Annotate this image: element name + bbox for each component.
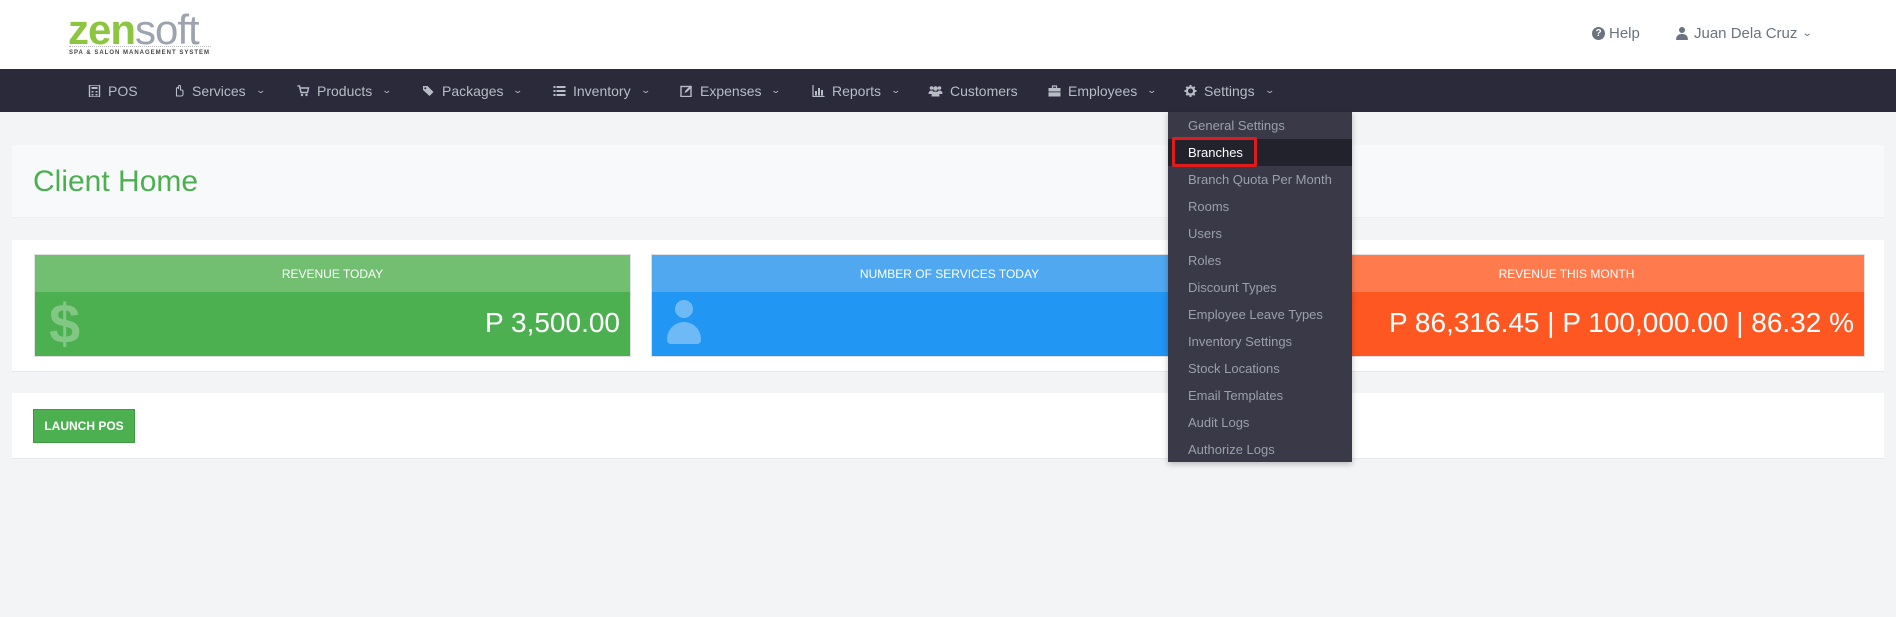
revenue-month-label: REVENUE THIS MONTH [1269, 255, 1864, 292]
nav-label: Services [192, 82, 246, 99]
settings-menu-item-email-templates[interactable]: Email Templates [1168, 382, 1352, 409]
nav-item-services[interactable]: Services ⌄ [172, 69, 266, 112]
top-header: zensoft SPA & SALON MANAGEMENT SYSTEM ? … [0, 0, 1896, 69]
settings-menu-item-authorize-logs[interactable]: Authorize Logs [1168, 436, 1352, 463]
chevron-down-icon: ⌄ [512, 85, 524, 95]
chevron-down-icon: ⌄ [1264, 85, 1275, 95]
settings-menu-item-branches[interactable]: Branches [1168, 139, 1352, 166]
person-icon [666, 300, 702, 346]
page-title: Client Home [33, 165, 199, 198]
chevron-down-icon: ⌄ [381, 85, 393, 95]
chevron-down-icon: ⌄ [1146, 85, 1158, 95]
page-header: Client Home [12, 145, 1884, 218]
settings-menu-item-users[interactable]: Users [1168, 220, 1352, 247]
services-today-body [652, 292, 1247, 356]
nav-label: Reports [832, 82, 882, 99]
question-circle-icon: ? [1592, 27, 1605, 40]
nav-item-pos[interactable]: POS [88, 69, 138, 112]
nav-label: Settings [1204, 82, 1255, 99]
nav-item-employees[interactable]: Employees ⌄ [1048, 69, 1158, 112]
nav-item-settings[interactable]: Settings ⌄ [1184, 69, 1275, 112]
revenue-today-body: $ P 3,500.00 [35, 292, 630, 356]
revenue-today-value: P 3,500.00 [485, 307, 620, 338]
revenue-today-label: REVENUE TODAY [35, 255, 630, 292]
revenue-month-card: REVENUE THIS MONTH P 86,316.45 | P 100,0… [1268, 254, 1865, 357]
briefcase-icon [1048, 84, 1061, 96]
user-menu[interactable]: Juan Dela Cruz ⌄ [1676, 25, 1814, 42]
main-navbar: POS Services ⌄ Products ⌄ Packages ⌄ Inv… [0, 69, 1896, 112]
bar-chart-icon [812, 84, 825, 97]
settings-menu-item-roles[interactable]: Roles [1168, 247, 1352, 274]
settings-menu-item-rooms[interactable]: Rooms [1168, 193, 1352, 220]
cart-icon [297, 84, 310, 96]
settings-menu-item-employee-leave-types[interactable]: Employee Leave Types [1168, 301, 1352, 328]
edit-icon [680, 85, 692, 97]
help-link[interactable]: ? Help [1592, 25, 1640, 42]
stats-panel: REVENUE TODAY $ P 3,500.00 NUMBER OF SER… [12, 240, 1884, 372]
services-today-label: NUMBER OF SERVICES TODAY [652, 255, 1247, 292]
revenue-month-body: P 86,316.45 | P 100,000.00 | 86.32 % [1269, 292, 1864, 356]
nav-label: Products [317, 82, 373, 99]
hand-icon [175, 84, 184, 97]
user-icon [1676, 27, 1688, 40]
services-today-card: NUMBER OF SERVICES TODAY [651, 254, 1248, 357]
nav-item-packages[interactable]: Packages ⌄ [422, 69, 524, 112]
revenue-today-card: REVENUE TODAY $ P 3,500.00 [34, 254, 631, 357]
settings-menu-item-discount-types[interactable]: Discount Types [1168, 274, 1352, 301]
nav-label: Customers [950, 82, 1018, 99]
nav-label: Inventory [573, 82, 631, 99]
nav-label: Packages [442, 82, 504, 99]
gear-icon [1184, 84, 1197, 97]
settings-dropdown-menu: General Settings Branches Branch Quota P… [1168, 112, 1352, 462]
list-icon [553, 85, 566, 96]
nav-item-customers[interactable]: Customers [928, 69, 1018, 112]
help-label: Help [1609, 25, 1640, 42]
chevron-down-icon: ⌄ [890, 85, 902, 95]
settings-menu-item-audit-logs[interactable]: Audit Logs [1168, 409, 1352, 436]
chevron-down-icon: ⌄ [255, 85, 266, 95]
chevron-down-icon: ⌄ [1802, 28, 1814, 39]
nav-item-expenses[interactable]: Expenses ⌄ [680, 69, 782, 112]
actions-panel: LAUNCH POS [12, 393, 1884, 459]
logo-tagline: SPA & SALON MANAGEMENT SYSTEM [69, 50, 211, 56]
zensoft-logo[interactable]: zensoft SPA & SALON MANAGEMENT SYSTEM [68, 8, 218, 60]
nav-item-products[interactable]: Products ⌄ [297, 69, 393, 112]
chevron-down-icon: ⌄ [770, 85, 782, 95]
nav-label: POS [108, 82, 138, 99]
settings-menu-item-general-settings[interactable]: General Settings [1168, 112, 1352, 139]
nav-label: Expenses [700, 82, 762, 99]
dollar-icon: $ [49, 292, 81, 355]
settings-menu-item-branch-quota[interactable]: Branch Quota Per Month [1168, 166, 1352, 193]
user-name: Juan Dela Cruz [1694, 25, 1798, 42]
users-icon [928, 85, 943, 96]
revenue-month-value: P 86,316.45 | P 100,000.00 | 86.32 % [1388, 307, 1854, 338]
nav-label: Employees [1068, 82, 1138, 99]
calculator-icon [88, 84, 101, 97]
chevron-down-icon: ⌄ [640, 85, 651, 95]
settings-menu-item-stock-locations[interactable]: Stock Locations [1168, 355, 1352, 382]
nav-item-reports[interactable]: Reports ⌄ [812, 69, 902, 112]
settings-menu-item-inventory-settings[interactable]: Inventory Settings [1168, 328, 1352, 355]
logo-divider [69, 46, 211, 47]
launch-pos-button[interactable]: LAUNCH POS [33, 409, 135, 443]
tags-icon [423, 85, 434, 96]
nav-item-inventory[interactable]: Inventory ⌄ [553, 69, 651, 112]
